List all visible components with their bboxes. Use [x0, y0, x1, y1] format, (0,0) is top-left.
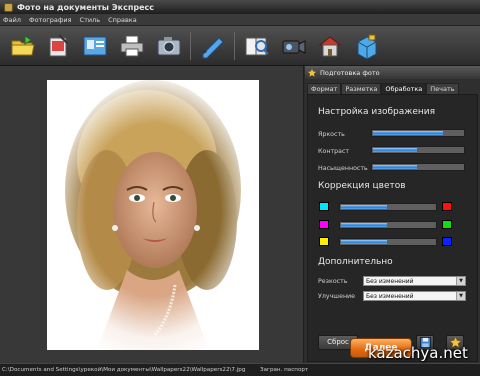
home-button[interactable]	[313, 29, 346, 62]
video-camera-icon	[282, 39, 305, 54]
green-swatch	[442, 220, 452, 229]
edit-button[interactable]	[196, 29, 229, 62]
sharpness-label: Резкость	[318, 278, 348, 285]
brightness-slider[interactable]	[371, 129, 465, 137]
menu-help[interactable]: Справка	[108, 16, 137, 24]
portrait-photo	[47, 80, 259, 350]
chevron-down-icon[interactable]: ▼	[456, 277, 465, 285]
status-document-type: Загран. паспорт	[260, 367, 309, 373]
yellow-swatch	[319, 237, 329, 246]
video-camera-button[interactable]	[277, 29, 310, 62]
panel-header: Подготовка фото	[305, 66, 480, 79]
menu-file[interactable]: Файл	[3, 16, 21, 24]
magenta-swatch	[319, 220, 329, 229]
cyan-red-fill	[341, 205, 387, 209]
photo-canvas[interactable]	[0, 66, 304, 363]
tab-processing[interactable]: Обработка	[381, 83, 427, 94]
enhance-select[interactable]: Без изменений ▼	[363, 291, 466, 301]
printer-icon	[120, 35, 143, 56]
enhance-label: Улучшение	[318, 293, 356, 300]
yellow-blue-fill	[341, 240, 387, 244]
menu-bar: Файл Фотография Стиль Справка	[0, 14, 480, 26]
contrast-slider[interactable]	[371, 146, 465, 154]
color-correction-title: Коррекция цветов	[318, 181, 406, 191]
toolbar-separator	[190, 32, 191, 60]
magenta-green-slider[interactable]	[339, 221, 437, 229]
processing-tab-body: Настройка изображения Яркость Контраст Н…	[307, 94, 478, 362]
sharpness-value: Без изменений	[366, 278, 414, 285]
title-bar: Фото на документы Экспресс	[0, 0, 480, 14]
chevron-down-icon[interactable]: ▼	[456, 292, 465, 300]
sharpness-select[interactable]: Без изменений ▼	[363, 276, 466, 286]
photo-prep-panel: Подготовка фото Формат Разметка Обработк…	[305, 66, 480, 363]
book-zoom-icon	[245, 37, 269, 55]
open-folder-button[interactable]	[6, 29, 39, 62]
tab-markup[interactable]: Разметка	[341, 83, 382, 94]
status-bar: C:\Documents and Settings\урекой\Мои док…	[0, 363, 480, 376]
tab-print[interactable]: Печать	[426, 83, 459, 94]
camera-icon	[157, 36, 180, 55]
preview-button[interactable]	[240, 29, 273, 62]
extra-title: Дополнительно	[318, 257, 393, 267]
yellow-blue-slider[interactable]	[339, 238, 437, 246]
contrast-fill	[373, 148, 417, 152]
magenta-green-fill	[341, 223, 387, 227]
brightness-fill	[373, 131, 443, 135]
cyan-swatch	[319, 202, 329, 211]
enhance-value: Без изменений	[366, 293, 414, 300]
toolbar	[0, 26, 480, 66]
saturation-label: Насыщенность	[318, 165, 368, 172]
toolbar-separator	[234, 32, 235, 60]
id-card-icon	[83, 36, 106, 55]
window-title: Фото на документы Экспресс	[17, 2, 155, 12]
open-folder-icon	[11, 34, 35, 55]
image-settings-title: Настройка изображения	[318, 107, 436, 117]
crop-icon	[49, 33, 68, 56]
home-icon	[318, 35, 341, 56]
status-file-path: C:\Documents and Settings\урекой\Мои док…	[2, 367, 246, 373]
app-icon	[4, 2, 13, 12]
menu-photo[interactable]: Фотография	[29, 16, 72, 24]
box-icon	[357, 34, 376, 60]
camera-button[interactable]	[152, 29, 185, 62]
blue-swatch	[442, 237, 452, 246]
contrast-label: Контраст	[318, 148, 350, 155]
tab-format[interactable]: Формат	[307, 83, 342, 94]
star-icon	[308, 68, 316, 77]
red-swatch	[442, 202, 452, 211]
menu-style[interactable]: Стиль	[80, 16, 101, 24]
saturation-slider[interactable]	[371, 163, 465, 171]
print-button[interactable]	[115, 29, 148, 62]
panel-tabs: Формат Разметка Обработка Печать	[305, 83, 480, 94]
brightness-label: Яркость	[318, 131, 345, 138]
watermark-text: kazachya.net	[368, 344, 468, 362]
box-button[interactable]	[350, 29, 383, 62]
panel-title: Подготовка фото	[320, 68, 380, 77]
edit-pen-icon	[202, 36, 224, 58]
crop-button[interactable]	[42, 29, 75, 62]
id-card-button[interactable]	[78, 29, 111, 62]
saturation-fill	[373, 165, 417, 169]
cyan-red-slider[interactable]	[339, 203, 437, 211]
